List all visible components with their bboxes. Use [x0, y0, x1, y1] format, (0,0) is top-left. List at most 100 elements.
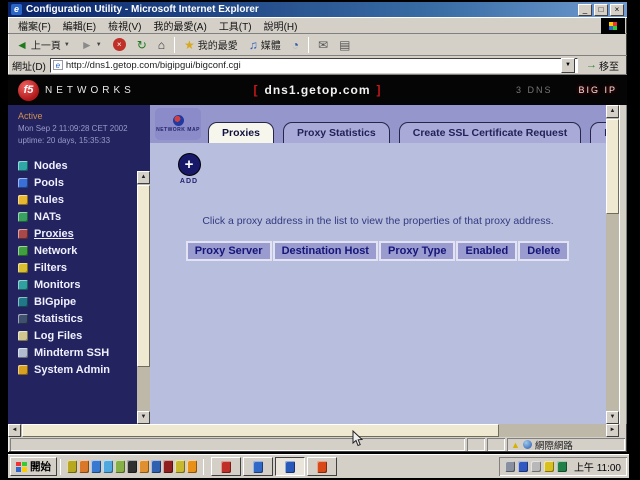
- task-button-task-3[interactable]: [275, 457, 305, 476]
- go-button[interactable]: → 移至: [582, 58, 623, 73]
- task-button-task-2[interactable]: [243, 457, 273, 476]
- home-button[interactable]: ⌂: [154, 38, 169, 52]
- vertical-scroll-thumb[interactable]: [606, 119, 619, 214]
- task-button-task-4[interactable]: [307, 457, 337, 476]
- quicklaunch-icon-quicklaunch-8[interactable]: [151, 460, 161, 473]
- scroll-up-icon[interactable]: ▲: [606, 105, 619, 118]
- quicklaunch-icon-quicklaunch-9[interactable]: [163, 460, 173, 473]
- add-label: ADD: [166, 178, 212, 185]
- sidebar-item-pools[interactable]: Pools: [18, 174, 137, 191]
- scroll-down-icon[interactable]: ▼: [137, 411, 150, 424]
- sidebar-scroll-thumb[interactable]: [137, 185, 150, 367]
- task-button-task-1[interactable]: [211, 457, 241, 476]
- sidebar-item-system-admin[interactable]: System Admin: [18, 361, 137, 378]
- sidebar-item-filters[interactable]: Filters: [18, 259, 137, 276]
- scroll-down-icon[interactable]: ▼: [606, 411, 619, 424]
- window-vertical-scrollbar[interactable]: ▲ ▼: [606, 105, 619, 424]
- quicklaunch-icon-quicklaunch-6[interactable]: [127, 460, 137, 473]
- scroll-up-icon[interactable]: ▲: [137, 171, 150, 184]
- tab-proxy-statistics[interactable]: Proxy Statistics: [283, 122, 390, 143]
- page-favicon: e: [53, 60, 63, 70]
- sidebar-item-icon: [18, 314, 28, 324]
- sidebar-item-rules[interactable]: Rules: [18, 191, 137, 208]
- mail-button[interactable]: ✉: [314, 38, 332, 52]
- quicklaunch-icon-quicklaunch-2[interactable]: [79, 460, 89, 473]
- restore-button[interactable]: □: [594, 4, 608, 16]
- add-proxy-button[interactable]: + ADD: [166, 153, 212, 185]
- task-button-icon: [221, 461, 231, 473]
- back-dropdown-icon[interactable]: ▼: [64, 42, 70, 48]
- sidebar-item-bigpipe[interactable]: BIGpipe: [18, 293, 137, 310]
- status-bar: ▲ 網際網路: [8, 437, 627, 452]
- tab-proxies[interactable]: Proxies: [208, 122, 274, 143]
- tab-create-ssl-certificate-request[interactable]: Create SSL Certificate Request: [399, 122, 581, 143]
- favorites-label: 我的最愛: [198, 37, 238, 52]
- menu-item[interactable]: 編輯(E): [57, 17, 102, 34]
- task-button-icon: [253, 461, 263, 473]
- network-map-icon: [173, 115, 184, 126]
- back-button[interactable]: ◄ 上一頁 ▼: [12, 36, 74, 53]
- start-button[interactable]: 開始: [10, 457, 57, 476]
- quicklaunch-icon-quicklaunch-10[interactable]: [175, 460, 185, 473]
- tab-install-ssl-certificate[interactable]: Install SSL Certif: [590, 122, 606, 143]
- address-url[interactable]: http://dns1.getop.com/bigipgui/bigconf.c…: [66, 60, 561, 71]
- sidebar-item-mindterm-ssh[interactable]: Mindterm SSH: [18, 344, 137, 361]
- quicklaunch-icon-quicklaunch-7[interactable]: [139, 460, 149, 473]
- minimize-button[interactable]: _: [578, 4, 592, 16]
- network-map-button[interactable]: NETWORK MAP: [155, 108, 201, 140]
- sidebar-item-statistics[interactable]: Statistics: [18, 310, 137, 327]
- sidebar-item-label: Statistics: [34, 313, 83, 325]
- sidebar-item-log-files[interactable]: Log Files: [18, 327, 137, 344]
- address-field[interactable]: e http://dns1.getop.com/bigipgui/bigconf…: [50, 58, 578, 73]
- horizontal-scroll-thumb[interactable]: [22, 424, 499, 437]
- banner-nav-item-3dns[interactable]: 3 DNS: [516, 85, 553, 95]
- media-button[interactable]: ♫ 媒體: [245, 36, 285, 53]
- scroll-left-icon[interactable]: ◄: [8, 424, 21, 437]
- quicklaunch-icon-quicklaunch-5[interactable]: [115, 460, 125, 473]
- tray-icon-tray-4[interactable]: [544, 461, 554, 472]
- tray-icon-tray-2[interactable]: [518, 461, 528, 472]
- quicklaunch-icon-quicklaunch-11[interactable]: [187, 460, 197, 473]
- quicklaunch-icon-quicklaunch-4[interactable]: [103, 460, 113, 473]
- instruction-text: Click a proxy address in the list to vie…: [150, 215, 606, 227]
- menu-item[interactable]: 說明(H): [258, 17, 304, 34]
- menu-item[interactable]: 檢視(V): [102, 17, 147, 34]
- menu-bar: 檔案(F)編輯(E)檢視(V)我的最愛(A)工具(T)說明(H): [8, 17, 627, 34]
- menu-item[interactable]: 檔案(F): [12, 17, 57, 34]
- tray-icon-tray-5[interactable]: [557, 461, 567, 472]
- stop-button[interactable]: ×: [109, 37, 130, 52]
- address-dropdown-icon[interactable]: ▼: [561, 58, 575, 73]
- sidebar-item-proxies[interactable]: Proxies: [18, 225, 137, 242]
- refresh-button[interactable]: ↻: [133, 38, 151, 52]
- history-button[interactable]: ◔: [288, 38, 303, 52]
- quicklaunch-icon-quicklaunch-1[interactable]: [67, 460, 77, 473]
- network-map-label: NETWORK MAP: [156, 127, 200, 133]
- address-label: 網址(D): [12, 58, 46, 73]
- main-area: Active Mon Sep 2 11:09:28 CET 2002 uptim…: [8, 105, 627, 424]
- window-horizontal-scrollbar[interactable]: ◄ ►: [8, 424, 619, 437]
- ie-throbber-icon: [601, 18, 625, 34]
- sidebar-item-nats[interactable]: NATs: [18, 208, 137, 225]
- menu-item[interactable]: 我的最愛(A): [147, 17, 212, 34]
- back-label: 上一頁: [31, 37, 61, 52]
- tray-icon-tray-3[interactable]: [531, 461, 541, 472]
- title-bar[interactable]: e Configuration Utility - Microsoft Inte…: [8, 2, 627, 17]
- tray-icon-tray-1[interactable]: [505, 461, 515, 472]
- scroll-right-icon[interactable]: ►: [606, 424, 619, 437]
- bracket-open: [: [253, 83, 258, 97]
- banner-nav-item-bigip[interactable]: BIG IP: [578, 85, 617, 95]
- quicklaunch-icon-quicklaunch-3[interactable]: [91, 460, 101, 473]
- sidebar-scrollbar[interactable]: ▲ ▼: [137, 171, 150, 424]
- refresh-icon: ↻: [137, 39, 147, 51]
- menu-item[interactable]: 工具(T): [213, 17, 258, 34]
- forward-dropdown-icon[interactable]: ▼: [96, 42, 102, 48]
- sidebar-item-nodes[interactable]: Nodes: [18, 157, 137, 174]
- sidebar-item-icon: [18, 331, 28, 341]
- print-button[interactable]: ▤: [335, 38, 354, 52]
- forward-button[interactable]: ► ▼: [77, 38, 106, 52]
- close-button[interactable]: ×: [610, 4, 624, 16]
- sidebar-item-network[interactable]: Network: [18, 242, 137, 259]
- favorites-button[interactable]: ★ 我的最愛: [180, 36, 242, 53]
- sidebar-item-monitors[interactable]: Monitors: [18, 276, 137, 293]
- status-mini-panel: [467, 438, 485, 451]
